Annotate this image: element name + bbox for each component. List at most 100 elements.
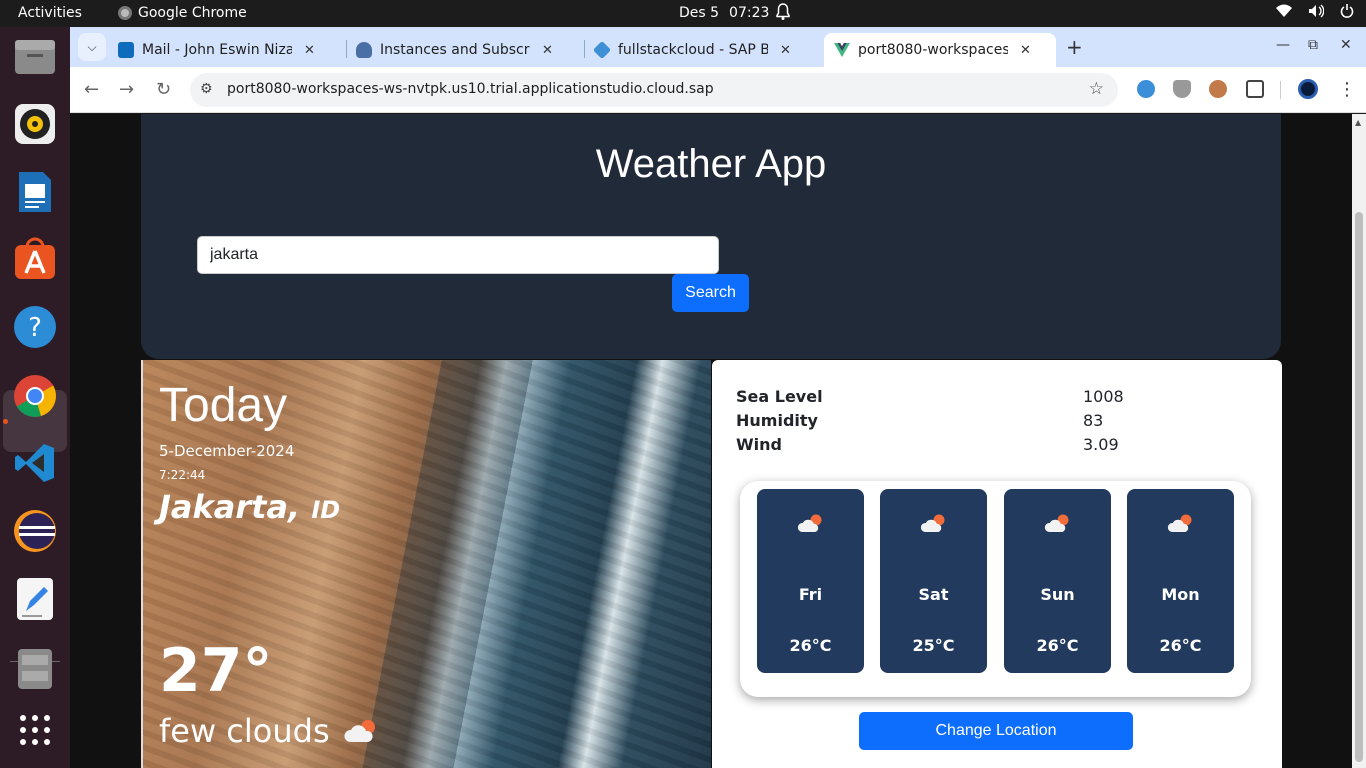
scroll-up-arrow-icon[interactable]: ▲: [1355, 118, 1361, 127]
forecast-day-card: Mon 26°C: [1127, 489, 1234, 673]
forecast-day-card: Sun 26°C: [1004, 489, 1111, 673]
clock[interactable]: Des 5 07:23: [679, 5, 769, 21]
tab-title: fullstackcloud - SAP Busi: [618, 42, 768, 58]
forecast-day-card: Fri 26°C: [757, 489, 864, 673]
shield-extension-icon[interactable]: [1173, 80, 1191, 98]
chrome-dock-icon[interactable]: [12, 373, 58, 419]
browser-toolbar: ← → ↻ ⚙ port8080-workspaces-ws-nvtpk.us1…: [70, 67, 1366, 113]
url-text: port8080-workspaces-ws-nvtpk.us10.trial.…: [227, 81, 714, 97]
close-window-icon[interactable]: ✕: [1340, 37, 1352, 53]
current-time: 7:22:44: [159, 468, 206, 482]
system-top-bar: Activities Google Chrome Des 5 07:23: [0, 0, 1366, 27]
eclipse-icon[interactable]: [12, 508, 58, 554]
minimize-icon[interactable]: —: [1276, 37, 1290, 53]
rhythmbox-icon[interactable]: [12, 101, 58, 147]
bookmark-star-icon[interactable]: ☆: [1089, 79, 1104, 99]
wind-value: 3.09: [1083, 435, 1119, 454]
help-icon[interactable]: ?: [12, 304, 58, 350]
search-button[interactable]: Search: [672, 274, 749, 312]
extensions-puzzle-icon[interactable]: [1246, 80, 1264, 98]
chrome-icon: [118, 6, 132, 20]
address-bar[interactable]: ⚙ port8080-workspaces-ws-nvtpk.us10.tria…: [190, 73, 1118, 107]
wifi-icon: [1276, 4, 1292, 17]
tab-search-chevron-down-icon[interactable]: ⌵: [78, 33, 106, 61]
app-title: Weather App: [595, 142, 827, 186]
close-tab-icon[interactable]: ✕: [542, 43, 553, 58]
current-date: 5-December-2024: [159, 442, 295, 460]
details-card: Sea Level 1008 Humidity 83 Wind 3.09 Fri…: [712, 360, 1282, 768]
restore-icon[interactable]: ⧉: [1308, 37, 1318, 53]
clock-date: Des 5: [679, 5, 720, 21]
forecast-day-name: Fri: [798, 585, 823, 604]
power-icon: [1340, 4, 1354, 18]
city-name: Jakarta, ID: [159, 488, 340, 526]
forward-arrow-icon[interactable]: →: [119, 79, 134, 100]
notification-bell-icon: [776, 3, 790, 25]
reload-icon[interactable]: ↻: [156, 79, 171, 100]
dock: ?: [0, 27, 70, 768]
tab-title: Mail - John Eswin Nizar -: [142, 42, 292, 58]
humidity-value: 83: [1083, 411, 1104, 430]
avatar-extension-icon[interactable]: [1209, 80, 1227, 98]
new-tab-icon[interactable]: +: [1066, 35, 1083, 59]
wind-label: Wind: [736, 435, 782, 454]
city-label: Jakarta,: [159, 488, 301, 526]
weather-description-text: few clouds: [159, 712, 330, 750]
tab-mail[interactable]: Mail - John Eswin Nizar - ✕: [108, 33, 340, 67]
app-center-icon[interactable]: [12, 236, 58, 282]
forecast-panel: Fri 26°C Sat 25°C Sun 26°C Mon 26°C: [740, 481, 1251, 697]
sap-bas-icon: [592, 40, 612, 60]
files-icon[interactable]: [12, 33, 58, 79]
tab-instances[interactable]: Instances and Subscriptio ✕: [346, 33, 582, 67]
site-settings-icon[interactable]: ⚙: [200, 81, 213, 97]
sea-level-value: 1008: [1083, 387, 1124, 406]
humidity-label: Humidity: [736, 411, 818, 430]
forecast-day-temp: 26°C: [789, 636, 832, 655]
few-clouds-icon: [757, 513, 864, 537]
menu-kebab-icon[interactable]: ⋮: [1338, 79, 1356, 100]
tab-title: Instances and Subscriptio: [380, 42, 530, 58]
close-tab-icon[interactable]: ✕: [1020, 43, 1031, 58]
current-temperature: 27°: [159, 636, 273, 706]
forecast-day-temp: 26°C: [1036, 636, 1079, 655]
tab-weather-app[interactable]: port8080-workspaces-ws- ✕: [824, 33, 1056, 67]
vscode-icon[interactable]: [12, 440, 58, 486]
forecast-day-card: Sat 25°C: [880, 489, 987, 673]
country-code: ID: [311, 496, 341, 524]
dock-running-indicator: [3, 419, 8, 424]
disk-icon[interactable]: [12, 646, 58, 692]
outlook-icon: [118, 42, 134, 58]
profile-avatar[interactable]: [1298, 79, 1318, 99]
globe-extension-icon[interactable]: [1137, 80, 1155, 98]
forecast-day-temp: 25°C: [912, 636, 955, 655]
volume-icon: [1309, 4, 1324, 18]
scrollbar-thumb[interactable]: [1355, 212, 1363, 762]
vue-icon: [834, 42, 850, 58]
today-weather-card: Today 5-December-2024 7:22:44 Jakarta, I…: [141, 360, 711, 768]
weather-description: few clouds: [159, 712, 380, 750]
city-search-input[interactable]: [197, 236, 719, 274]
forecast-day-temp: 26°C: [1159, 636, 1202, 655]
back-arrow-icon[interactable]: ←: [84, 79, 99, 100]
app-menu[interactable]: Google Chrome: [118, 5, 247, 21]
clock-time: 07:23: [729, 5, 770, 21]
tab-fullstackcloud[interactable]: fullstackcloud - SAP Busi ✕: [584, 33, 820, 67]
show-apps-icon[interactable]: [12, 707, 58, 753]
libreoffice-writer-icon[interactable]: [12, 169, 58, 215]
few-clouds-icon: [1127, 513, 1234, 537]
sea-level-label: Sea Level: [736, 387, 823, 406]
today-label: Today: [159, 379, 288, 432]
header-card: Weather App Search: [141, 114, 1281, 359]
text-editor-icon[interactable]: [12, 576, 58, 622]
few-clouds-icon: [344, 720, 375, 742]
system-tray[interactable]: [1276, 4, 1354, 18]
few-clouds-icon: [1004, 513, 1111, 537]
activities-button[interactable]: Activities: [18, 5, 82, 21]
close-tab-icon[interactable]: ✕: [304, 43, 315, 58]
page-viewport: Weather App Search Today 5-December-2024…: [70, 114, 1352, 768]
close-tab-icon[interactable]: ✕: [780, 43, 791, 58]
page-scrollbar[interactable]: ▲: [1352, 114, 1366, 768]
change-location-button[interactable]: Change Location: [859, 712, 1133, 750]
svg-text:?: ?: [28, 313, 42, 343]
few-clouds-icon: [880, 513, 987, 537]
